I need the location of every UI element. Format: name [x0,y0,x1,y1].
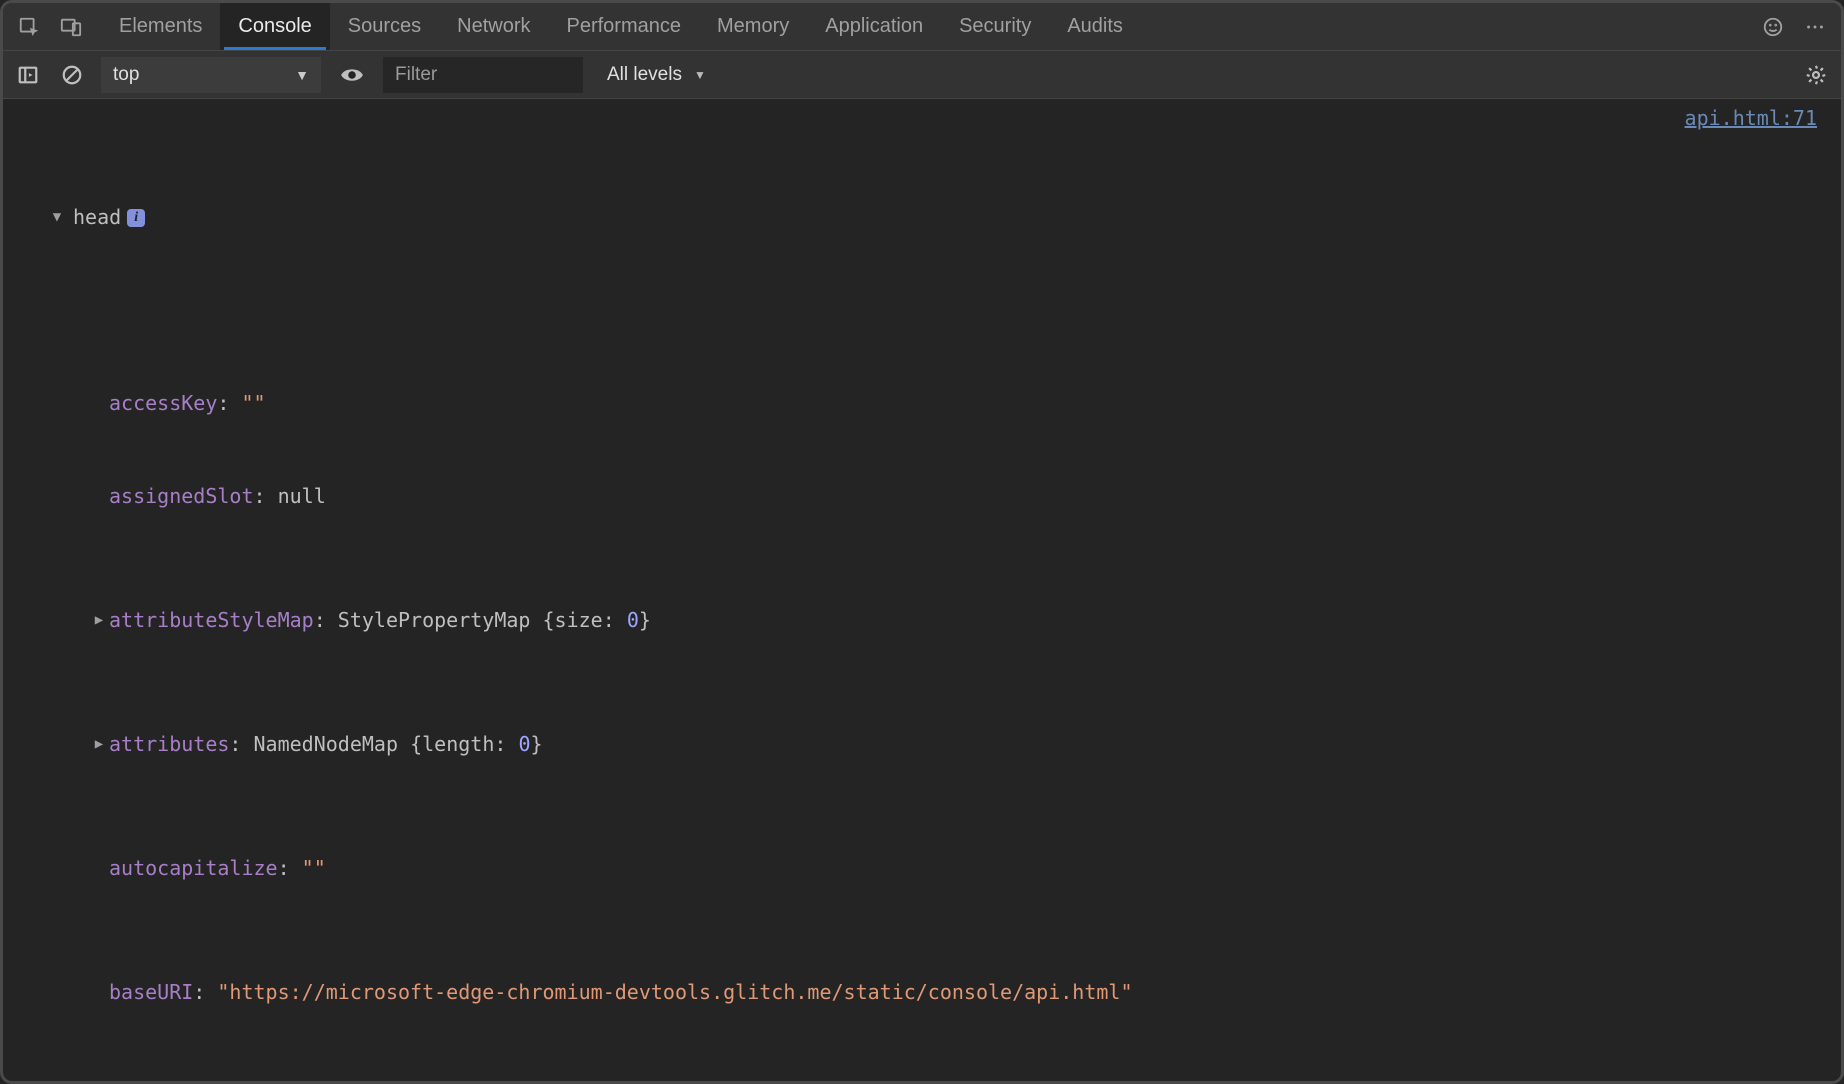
device-mode-icon[interactable] [53,9,89,45]
live-expression-icon[interactable] [335,58,369,92]
tab-elements[interactable]: Elements [101,3,220,50]
disclosure-triangle-icon[interactable]: ▶ [91,605,107,636]
source-link[interactable]: api.html:71 [1685,103,1817,134]
tab-audits[interactable]: Audits [1049,3,1141,50]
tab-performance[interactable]: Performance [549,3,700,50]
execution-context-value: top [113,64,139,86]
disclosure-triangle-icon[interactable]: ▶ [91,729,107,760]
clear-console-icon[interactable] [57,60,87,90]
devtools-tabbar: Elements Console Sources Network Perform… [3,3,1841,51]
main-tabs: Elements Console Sources Network Perform… [101,3,1141,50]
prop-assignedSlot[interactable]: ▶assignedSlot: null [91,481,1827,512]
prop-accessKey[interactable]: ▶accessKey: "" [91,388,1827,419]
more-options-icon[interactable] [1797,9,1833,45]
tab-application[interactable]: Application [807,3,941,50]
object-root-name[interactable]: head [73,202,121,233]
tab-sources[interactable]: Sources [330,3,439,50]
tab-console[interactable]: Console [220,3,329,50]
filter-input[interactable] [383,57,583,93]
inspect-element-icon[interactable] [11,9,47,45]
toggle-console-sidebar-icon[interactable] [13,60,43,90]
tab-network[interactable]: Network [439,3,548,50]
log-levels-label: All levels [607,64,682,86]
prop-baseURI[interactable]: ▶baseURI: "https://microsoft-edge-chromi… [91,977,1827,1008]
execution-context-select[interactable]: top ▼ [101,57,321,93]
console-output[interactable]: api.html:71 ▼ head i ▶accessKey: "" ▶ass… [3,99,1841,1081]
prop-autocapitalize[interactable]: ▶autocapitalize: "" [91,853,1827,884]
object-properties: ▶accessKey: "" ▶assignedSlot: null ▶attr… [49,326,1827,1081]
devtools-window: Elements Console Sources Network Perform… [0,0,1844,1084]
console-settings-icon[interactable] [1801,60,1831,90]
log-levels-select[interactable]: All levels ▼ [597,64,716,86]
feedback-smile-icon[interactable] [1755,9,1791,45]
info-badge-icon[interactable]: i [127,209,145,227]
tab-security[interactable]: Security [941,3,1049,50]
prop-attributes[interactable]: ▶attributes: NamedNodeMap {length: 0} [91,729,1827,760]
chevron-down-icon: ▼ [694,68,706,82]
tab-memory[interactable]: Memory [699,3,807,50]
object-tree: ▼ head i ▶accessKey: "" ▶assignedSlot: n… [13,109,1827,1081]
console-toolbar: top ▼ All levels ▼ [3,51,1841,99]
chevron-down-icon: ▼ [295,67,309,83]
disclosure-triangle-icon[interactable]: ▼ [49,202,65,233]
prop-attributeStyleMap[interactable]: ▶attributeStyleMap: StylePropertyMap {si… [91,605,1827,636]
